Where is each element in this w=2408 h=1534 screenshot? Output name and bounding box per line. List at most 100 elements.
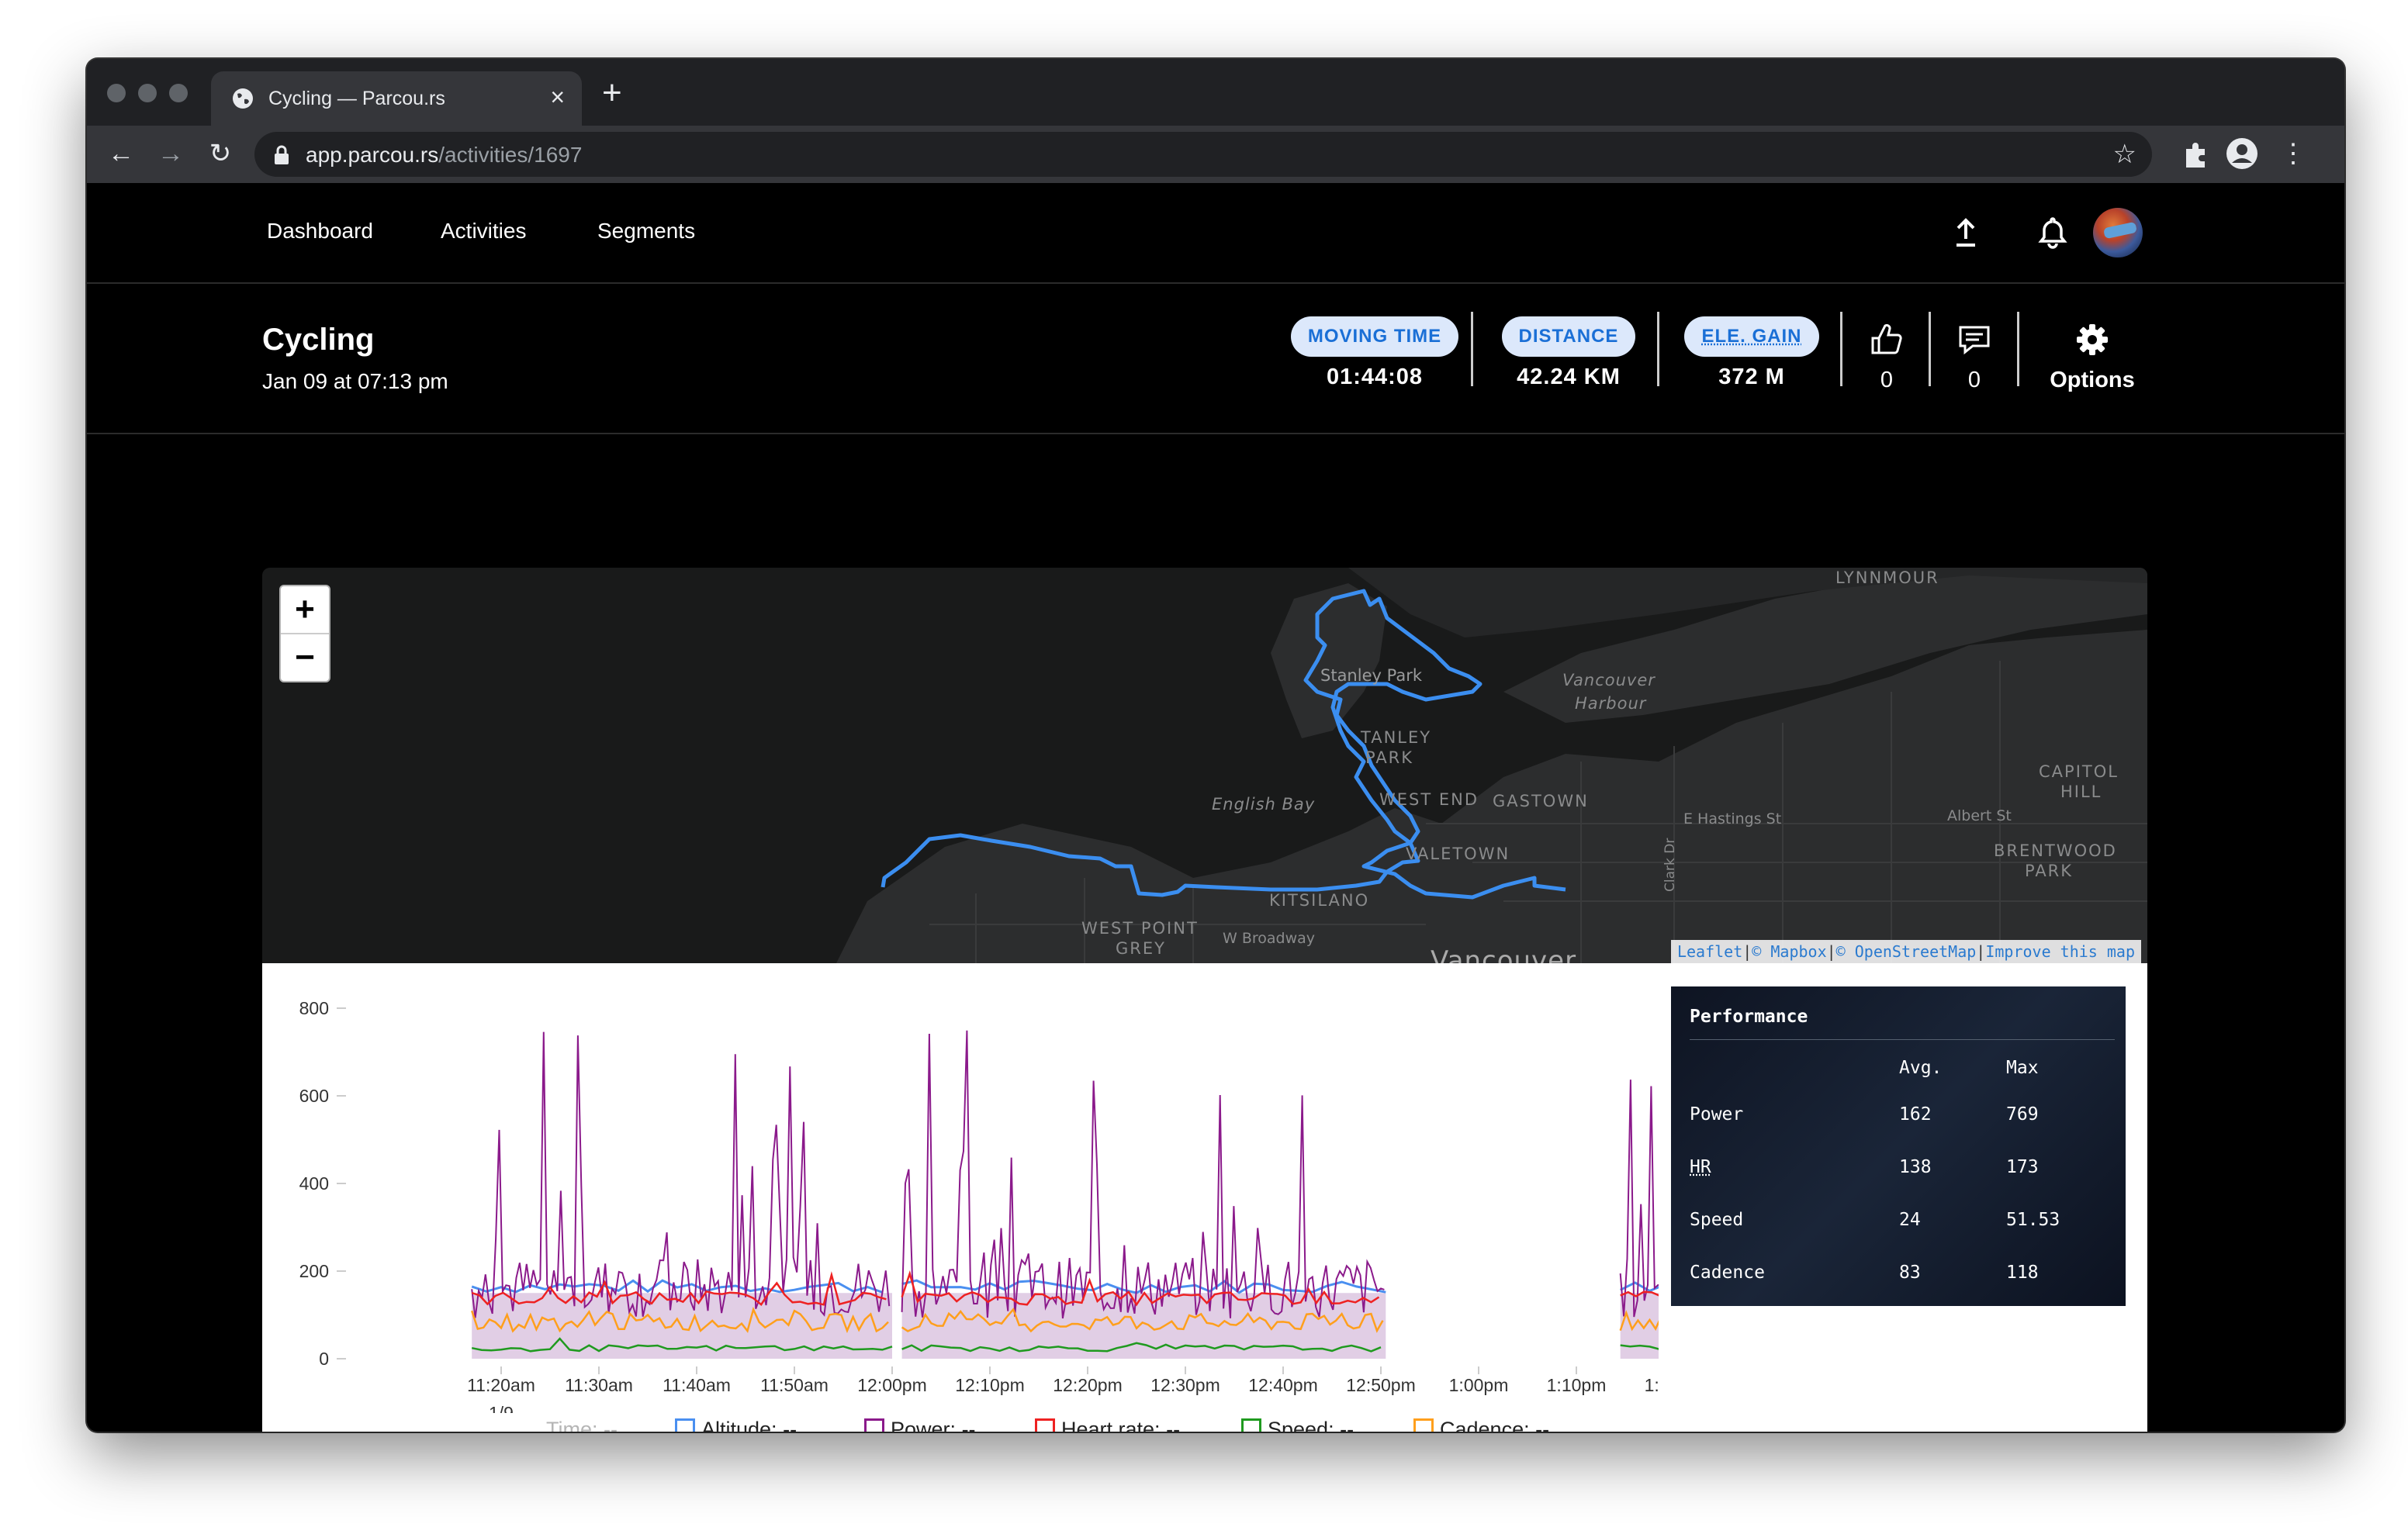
map-label: GREY [1116,939,1166,958]
map-label: LYNNMOUR [1835,568,1939,587]
close-tab-icon[interactable]: × [550,83,565,112]
activity-title: Cycling [262,323,375,357]
perf-row-max: 51.53 [2006,1210,2060,1230]
address-bar[interactable]: app.parcou.rs/activities/1697 ☆ [254,132,2152,177]
map-label: WEST END [1379,790,1479,809]
perf-row-max: 173 [2006,1157,2039,1177]
upload-icon[interactable] [1947,214,1984,251]
lock-icon [275,145,289,164]
options-label: Options [2050,368,2135,392]
perf-row-label: HR [1690,1157,1711,1177]
stat-elevation-gain: ELE. GAIN 372 M [1683,316,1820,390]
browser-toolbar: ← → ↻ app.parcou.rs/activities/1697 ☆ ⋮ [87,126,2344,183]
legend-value: -- [783,1418,797,1432]
activity-header: Cycling Jan 09 at 07:13 pm MOVING TIME 0… [87,284,2344,434]
perf-row-label: Speed [1690,1210,1744,1230]
legend-altitude[interactable]: Altitude: -- [675,1418,797,1432]
osm-link[interactable]: © OpenStreetMap [1836,942,1977,961]
new-tab-button[interactable]: + [602,76,622,110]
forward-button[interactable]: → [154,136,188,171]
stat-divider [1657,312,1659,386]
distance-label: DISTANCE [1501,316,1636,357]
header-avg: Avg. [1899,1058,1943,1078]
elevation-gain-label: ELE. GAIN [1684,316,1819,357]
user-avatar[interactable] [2093,208,2143,257]
url-host: app.parcou.rs [306,143,439,167]
minimize-window-button[interactable] [138,84,157,102]
comment-stat[interactable]: 0 [1947,321,2001,393]
nav-segments[interactable]: Segments [597,219,695,244]
power-line [1619,1080,1659,1318]
x-tick-label: 12:30pm [1150,1375,1220,1395]
y-tick-label: 0 [319,1349,329,1369]
browser-tab[interactable]: Cycling — Parcou.rs × [211,71,582,126]
map-label: PARK [2025,862,2073,880]
zoom-in-button[interactable]: + [281,586,329,634]
x-tick-sublabel: 1/9 [489,1403,514,1413]
map-label: E Hastings St [1683,810,1781,827]
nav-dashboard[interactable]: Dashboard [267,219,373,244]
reload-button[interactable]: ↻ [203,136,237,171]
stat-distance: DISTANCE 42.24 KM [1499,316,1638,390]
perf-row-max: 769 [2006,1104,2039,1125]
x-tick-label: 1:20pm [1645,1375,1659,1395]
top-navigation: Dashboard Activities Segments [87,183,2344,284]
map-label: Harbour [1575,694,1647,713]
zoom-out-button[interactable]: − [281,634,329,681]
leaflet-link[interactable]: Leaflet [1677,942,1742,961]
x-tick-label: 11:40am [663,1375,731,1395]
legend-value: -- [1166,1418,1181,1432]
globe-icon [233,88,253,109]
notification-bell-icon[interactable] [2034,214,2071,251]
browser-menu-icon[interactable]: ⋮ [2276,136,2310,171]
improve-map-link[interactable]: Improve this map [1985,942,2135,961]
y-tick-label: 400 [299,1173,329,1194]
back-button[interactable]: ← [104,136,138,171]
mapbox-link[interactable]: © Mapbox [1752,942,1826,961]
legend-speed[interactable]: Speed: -- [1241,1418,1354,1432]
x-tick-label: 11:20am [467,1375,535,1395]
legend-power[interactable]: Power: -- [864,1418,976,1432]
browser-window: Cycling — Parcou.rs × + ← → ↻ app.parcou… [87,59,2344,1432]
perf-row-label: Power [1690,1104,1744,1125]
map-label: WEST POINT [1081,919,1199,938]
x-tick-label: 12:10pm [955,1375,1025,1395]
like-count: 0 [1880,368,1894,392]
like-stat[interactable]: 0 [1860,321,1913,393]
profile-icon[interactable] [2225,136,2259,171]
activity-date: Jan 09 at 07:13 pm [262,369,448,393]
activity-chart[interactable]: 800 600 400 200 0 11:20am 11:30am 11:40am 11:50a… [262,963,1659,1413]
gear-icon[interactable] [2074,321,2111,358]
perf-row-avg: 138 [1899,1157,1932,1177]
bookmark-star-icon[interactable]: ☆ [2113,139,2136,170]
legend-label: Power: [891,1418,957,1432]
x-tick-label: 1:00pm [1449,1375,1509,1395]
url-text: app.parcou.rs/activities/1697 [306,143,582,168]
attribution-separator: | [1826,942,1836,961]
legend-heart-rate[interactable]: Heart rate: -- [1035,1418,1180,1432]
stat-divider [1929,312,1931,386]
legend-time-value: -- [604,1418,618,1432]
options-button[interactable]: Options [2036,321,2149,393]
y-tick-label: 800 [299,998,329,1018]
legend-value: -- [961,1418,976,1432]
url-path: /activities/1697 [438,143,583,167]
chart-panel: 800 600 400 200 0 11:20am 11:30am 11:40am 11:50a… [262,963,2147,1432]
elevation-gain-value: 372 M [1718,364,1785,389]
x-tick-label: 12:00pm [857,1375,927,1395]
map-canvas[interactable]: LYNNMOUR Stanley Park Vancouver Harbour … [262,568,2147,963]
comment-icon[interactable] [1956,321,1993,358]
map-label: KITSILANO [1269,891,1369,910]
tab-bar: Cycling — Parcou.rs × + [87,59,2344,126]
map-attribution: Leaflet|© Mapbox|© OpenStreetMap|Improve… [1670,940,2141,963]
route-map[interactable]: LYNNMOUR Stanley Park Vancouver Harbour … [262,568,2147,963]
maximize-window-button[interactable] [169,84,188,102]
map-label: Albert St [1947,807,2012,824]
close-window-button[interactable] [107,84,126,102]
map-label: W Broadway [1223,930,1315,947]
thumbs-up-icon[interactable] [1868,321,1905,358]
legend-cadence[interactable]: Cadence: -- [1413,1418,1549,1432]
nav-activities[interactable]: Activities [441,219,526,244]
map-label: HILL [2060,783,2102,801]
extensions-icon[interactable] [2178,136,2213,171]
